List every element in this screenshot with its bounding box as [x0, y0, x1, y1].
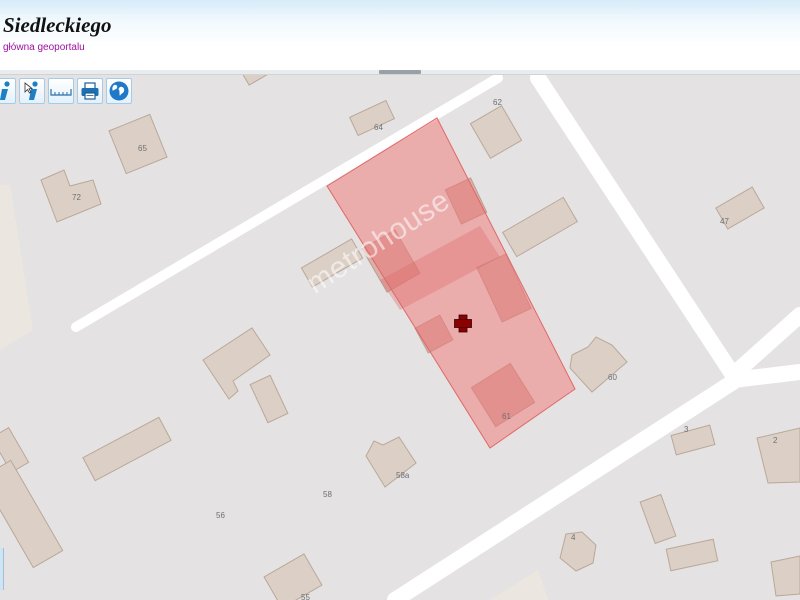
side-panel-toggle[interactable] [0, 548, 4, 590]
building-60 [569, 336, 628, 393]
ruler-icon [50, 84, 72, 98]
info-icon [0, 80, 13, 102]
building-3 [670, 424, 716, 456]
map-canvas[interactable]: 62 64 65 72 47 60 61 3 2 58a 58 56 4 55 [0, 75, 800, 600]
land-patch [490, 570, 548, 600]
house-number: 2 [773, 436, 778, 445]
house-number: 65 [138, 144, 147, 153]
globe-icon [108, 80, 130, 102]
building [0, 459, 64, 569]
printer-icon [80, 81, 100, 101]
building-72 [40, 169, 102, 223]
info-pointer-icon [22, 80, 42, 102]
building [82, 416, 172, 482]
building [639, 493, 677, 545]
info-button[interactable] [0, 78, 16, 104]
house-number: 60 [608, 373, 617, 382]
info-pointer-button[interactable] [19, 78, 45, 104]
parcel-highlight[interactable] [326, 117, 576, 449]
house-number: 62 [493, 98, 502, 107]
print-button[interactable] [77, 78, 103, 104]
building [665, 538, 719, 572]
house-number: 61 [502, 412, 511, 421]
building-55 [263, 553, 323, 600]
building-64 [348, 99, 396, 137]
splitter-handle[interactable] [379, 70, 421, 74]
building-4 [559, 531, 597, 572]
house-number: 64 [374, 123, 383, 132]
land-strip [0, 185, 33, 350]
building [249, 374, 289, 424]
house-number: 58 [323, 490, 332, 499]
house-number: 56 [216, 511, 225, 520]
measure-button[interactable] [48, 78, 74, 104]
house-number: 3 [684, 425, 689, 434]
house-number: 72 [72, 193, 81, 202]
building-62 [469, 104, 523, 160]
building-2 [756, 427, 800, 484]
road-south [725, 364, 800, 388]
app-header: Siedleckiego główna geoportalu [0, 0, 800, 71]
map-layer[interactable]: 62 64 65 72 47 60 61 3 2 58a 58 56 4 55 [0, 75, 800, 600]
building [502, 196, 578, 258]
page-title: Siedleckiego [3, 13, 112, 37]
house-number: 4 [571, 533, 576, 542]
geoportal-home-link[interactable]: główna geoportalu [3, 42, 85, 53]
building [770, 555, 800, 597]
building [300, 238, 364, 288]
house-number: 58a [396, 471, 410, 480]
globe-button[interactable] [106, 78, 132, 104]
building [241, 75, 271, 86]
house-number: 55 [301, 593, 310, 600]
house-number: 47 [720, 217, 729, 226]
